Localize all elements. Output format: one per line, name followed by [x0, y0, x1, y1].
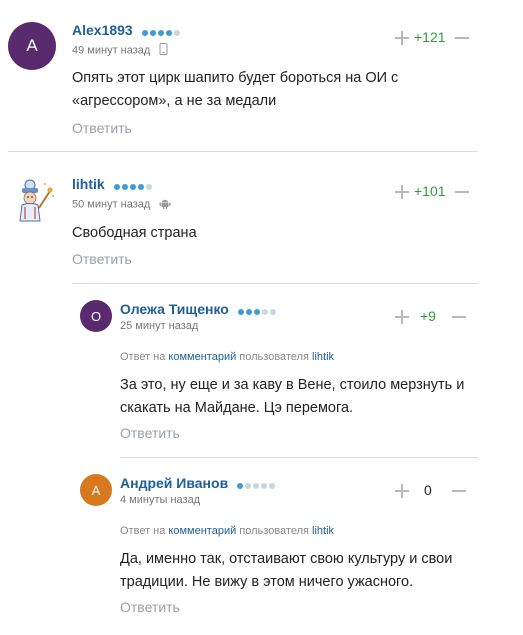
username-text[interactable]: Андрей Иванов [120, 475, 228, 491]
avatar[interactable]: О [80, 300, 112, 332]
avatar-letter: А [91, 482, 101, 498]
reply-to-comment-link[interactable]: комментарий [168, 525, 236, 537]
username[interactable]: Alex1893 [72, 22, 182, 39]
timestamp: 49 минут назад [72, 43, 168, 58]
avatar[interactable] [8, 175, 56, 223]
comment-divider [8, 151, 478, 152]
username[interactable]: Олежа Тищенко [120, 301, 278, 318]
upvote-button[interactable] [393, 28, 411, 48]
mobile-phone-icon [159, 43, 168, 58]
reply-to-user-link[interactable]: lihtik [312, 351, 334, 363]
vote-controls: 0 [393, 481, 473, 501]
comment-text: Да, именно так, отстаивают свою культуру… [120, 551, 453, 590]
reply-to-comment-link[interactable]: комментарий [168, 351, 236, 363]
timestamp-text: 50 минут назад [72, 198, 151, 211]
rating-dots [237, 476, 277, 492]
avatar[interactable]: А [80, 474, 112, 506]
reply-button[interactable]: Ответить [72, 120, 132, 136]
vote-score: +121 [414, 29, 446, 45]
comment-text: Свободная страна [72, 225, 197, 241]
upvote-button[interactable] [393, 481, 411, 501]
vote-score: 0 [424, 482, 432, 498]
reply-to-middle: пользователя [239, 351, 309, 363]
reply-to-middle: пользователя [239, 525, 309, 537]
upvote-button[interactable] [393, 182, 411, 202]
vote-controls: +9 [393, 307, 473, 327]
hockey-fan-avatar-image [19, 179, 54, 222]
comment-text: Опять этот цирк шапито будет бороться на… [72, 70, 399, 109]
comment-text: За это, ну еще и за каву в Вене, стоило … [120, 377, 465, 416]
downvote-button[interactable] [450, 481, 468, 501]
reply-to-prefix: Ответ на [120, 525, 166, 537]
username-text[interactable]: Alex1893 [72, 22, 133, 38]
vote-score: +9 [420, 308, 436, 324]
reply-to-line: Ответ на комментарий пользователя lihtik [120, 351, 334, 363]
username-text[interactable]: lihtik [72, 176, 105, 192]
timestamp-text: 49 минут назад [72, 44, 151, 57]
username-text[interactable]: Олежа Тищенко [120, 301, 229, 317]
downvote-button[interactable] [450, 307, 468, 327]
timestamp: 4 минуты назад [120, 494, 201, 506]
vote-controls: +101 [393, 182, 473, 202]
avatar[interactable]: А [8, 22, 56, 70]
comment-divider [120, 457, 478, 458]
downvote-button[interactable] [453, 182, 471, 202]
username[interactable]: lihtik [72, 176, 154, 193]
timestamp: 50 минут назад [72, 197, 171, 212]
reply-button[interactable]: Ответить [120, 599, 180, 615]
downvote-button[interactable] [453, 28, 471, 48]
username[interactable]: Андрей Иванов [120, 475, 277, 492]
android-icon [159, 197, 171, 212]
vote-controls: +121 [393, 28, 473, 48]
timestamp: 25 минут назад [120, 320, 199, 332]
reply-to-user-link[interactable]: lihtik [312, 525, 334, 537]
reply-button[interactable]: Ответить [120, 425, 180, 441]
upvote-button[interactable] [393, 307, 411, 327]
avatar-letter: А [26, 36, 38, 55]
comment-divider [72, 283, 478, 284]
reply-to-prefix: Ответ на [120, 351, 166, 363]
reply-to-line: Ответ на комментарий пользователя lihtik [120, 525, 334, 537]
vote-score: +101 [414, 183, 446, 199]
reply-button[interactable]: Ответить [72, 251, 132, 267]
rating-dots [113, 177, 154, 193]
rating-dots [141, 23, 182, 39]
rating-dots [237, 302, 278, 318]
avatar-letter: О [90, 308, 102, 324]
